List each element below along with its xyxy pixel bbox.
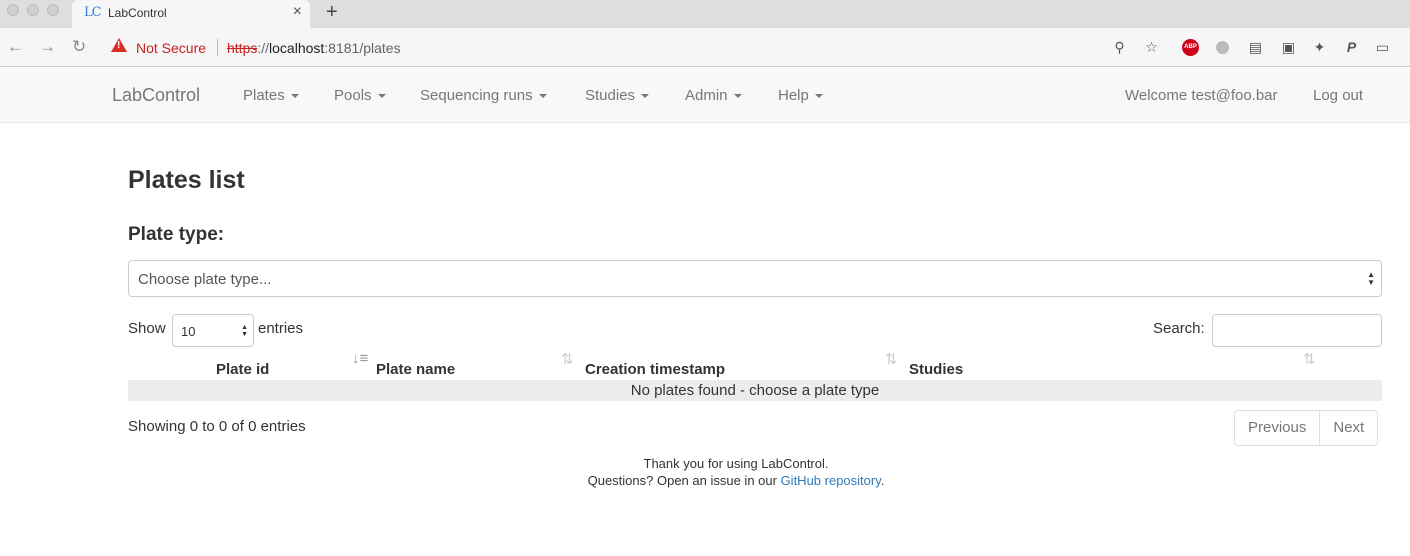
tab-title: LabControl: [108, 6, 167, 20]
address-divider: [217, 39, 218, 56]
extension-icon[interactable]: ✦: [1311, 39, 1328, 56]
extension-icon[interactable]: ▣: [1280, 39, 1297, 56]
nav-menu-label: Plates: [243, 87, 285, 104]
github-repository-link[interactable]: GitHub repository: [781, 473, 881, 488]
select-arrows-icon: ▲ ▼: [241, 324, 248, 338]
pagination: Previous Next: [1234, 410, 1379, 446]
sort-icon[interactable]: ⇅: [561, 350, 574, 368]
forward-icon[interactable]: →: [39, 37, 56, 57]
plate-type-selected-value: Choose plate type...: [138, 271, 272, 288]
warning-icon[interactable]: [111, 38, 127, 52]
page-length-select[interactable]: 10 ▲ ▼: [172, 314, 254, 347]
previous-button[interactable]: Previous: [1235, 411, 1321, 445]
extension-icon[interactable]: [1216, 41, 1229, 54]
reload-icon[interactable]: ↻: [72, 37, 86, 57]
window-minimize-button[interactable]: [27, 4, 39, 16]
zoom-icon[interactable]: ⚲: [1111, 39, 1128, 56]
window-close-button[interactable]: [7, 4, 19, 16]
welcome-user[interactable]: Welcome test@foo.bar: [1125, 87, 1278, 104]
brand-link[interactable]: LabControl: [112, 85, 200, 106]
browser-toolbar: ← → ↻ Not Secure https://localhost:8181/…: [0, 28, 1410, 67]
sort-icon[interactable]: ⇅: [885, 350, 898, 368]
entries-label: entries: [258, 320, 304, 337]
footer-period: .: [880, 473, 885, 488]
security-status[interactable]: Not Secure: [136, 40, 206, 56]
footer-questions: Questions? Open an issue in our GitHub r…: [0, 472, 1410, 489]
nav-menu-admin[interactable]: Admin: [685, 87, 742, 104]
logout-link[interactable]: Log out: [1313, 87, 1363, 104]
cast-icon[interactable]: ▭: [1374, 39, 1391, 56]
url-path: :8181/plates: [324, 40, 401, 56]
sort-icon[interactable]: ⇅: [1303, 350, 1316, 368]
nav-menu-sequencing-runs[interactable]: Sequencing runs: [420, 87, 547, 104]
column-header-studies[interactable]: Studies: [909, 361, 963, 378]
caret-down-icon: [290, 94, 299, 99]
sort-desc-icon[interactable]: ↓≡: [352, 350, 368, 367]
caret-down-icon: [733, 94, 742, 99]
extension-icon[interactable]: ▤: [1247, 39, 1264, 56]
page-title: Plates list: [128, 166, 245, 194]
tab-close-icon[interactable]: ×: [293, 3, 302, 21]
address-bar[interactable]: https://localhost:8181/plates: [227, 40, 401, 56]
column-header-plate-name[interactable]: Plate name: [376, 361, 455, 378]
caret-down-icon: [641, 94, 650, 99]
nav-menu-plates[interactable]: Plates: [243, 87, 299, 104]
window-maximize-button[interactable]: [47, 4, 59, 16]
nav-menu-studies[interactable]: Studies: [585, 87, 650, 104]
nav-menu-pools[interactable]: Pools: [334, 87, 386, 104]
nav-menu-help[interactable]: Help: [778, 87, 823, 104]
plate-type-label: Plate type:: [128, 224, 225, 245]
nav-menu-label: Help: [778, 87, 809, 104]
caret-down-icon: [538, 94, 547, 99]
url-host: localhost: [269, 40, 325, 56]
column-header-creation-timestamp[interactable]: Creation timestamp: [585, 361, 725, 378]
nav-menu-label: Sequencing runs: [420, 87, 533, 104]
new-tab-icon[interactable]: +: [326, 1, 338, 24]
extension-icon[interactable]: P: [1343, 39, 1360, 56]
nav-menu-label: Pools: [334, 87, 372, 104]
adblock-icon[interactable]: ABP: [1182, 39, 1199, 56]
labcontrol-favicon-icon: LC: [84, 5, 102, 20]
plate-type-select[interactable]: Choose plate type... ▲ ▼: [128, 260, 1382, 297]
empty-message: No plates found - choose a plate type: [630, 382, 880, 399]
app-navbar: LabControl Plates Pools Sequencing runs …: [0, 68, 1410, 123]
table-info: Showing 0 to 0 of 0 entries: [128, 418, 306, 435]
column-header-plate-id[interactable]: Plate id: [216, 361, 269, 378]
select-arrows-icon: ▲ ▼: [1367, 270, 1375, 287]
show-label: Show: [128, 320, 166, 337]
table-empty-row: No plates found - choose a plate type: [128, 380, 1382, 401]
nav-menu-label: Admin: [685, 87, 728, 104]
browser-tab[interactable]: LC LabControl ×: [72, 0, 310, 28]
caret-down-icon: [814, 94, 823, 99]
search-label: Search:: [1153, 320, 1205, 337]
search-input[interactable]: [1212, 314, 1382, 347]
url-separator: ://: [257, 40, 270, 56]
next-button[interactable]: Next: [1320, 411, 1377, 445]
browser-tab-strip: LC LabControl × +: [0, 0, 1410, 28]
url-scheme: https: [227, 40, 258, 56]
footer-thanks: Thank you for using LabControl.: [643, 456, 829, 471]
star-icon[interactable]: ☆: [1143, 39, 1160, 56]
footer: Thank you for using LabControl. Question…: [0, 455, 1410, 489]
caret-down-icon: [377, 94, 386, 99]
page-length-value: 10: [181, 324, 196, 339]
back-icon[interactable]: ←: [7, 37, 24, 57]
footer-questions-text: Questions? Open an issue in our: [587, 473, 781, 488]
nav-menu-label: Studies: [585, 87, 636, 104]
